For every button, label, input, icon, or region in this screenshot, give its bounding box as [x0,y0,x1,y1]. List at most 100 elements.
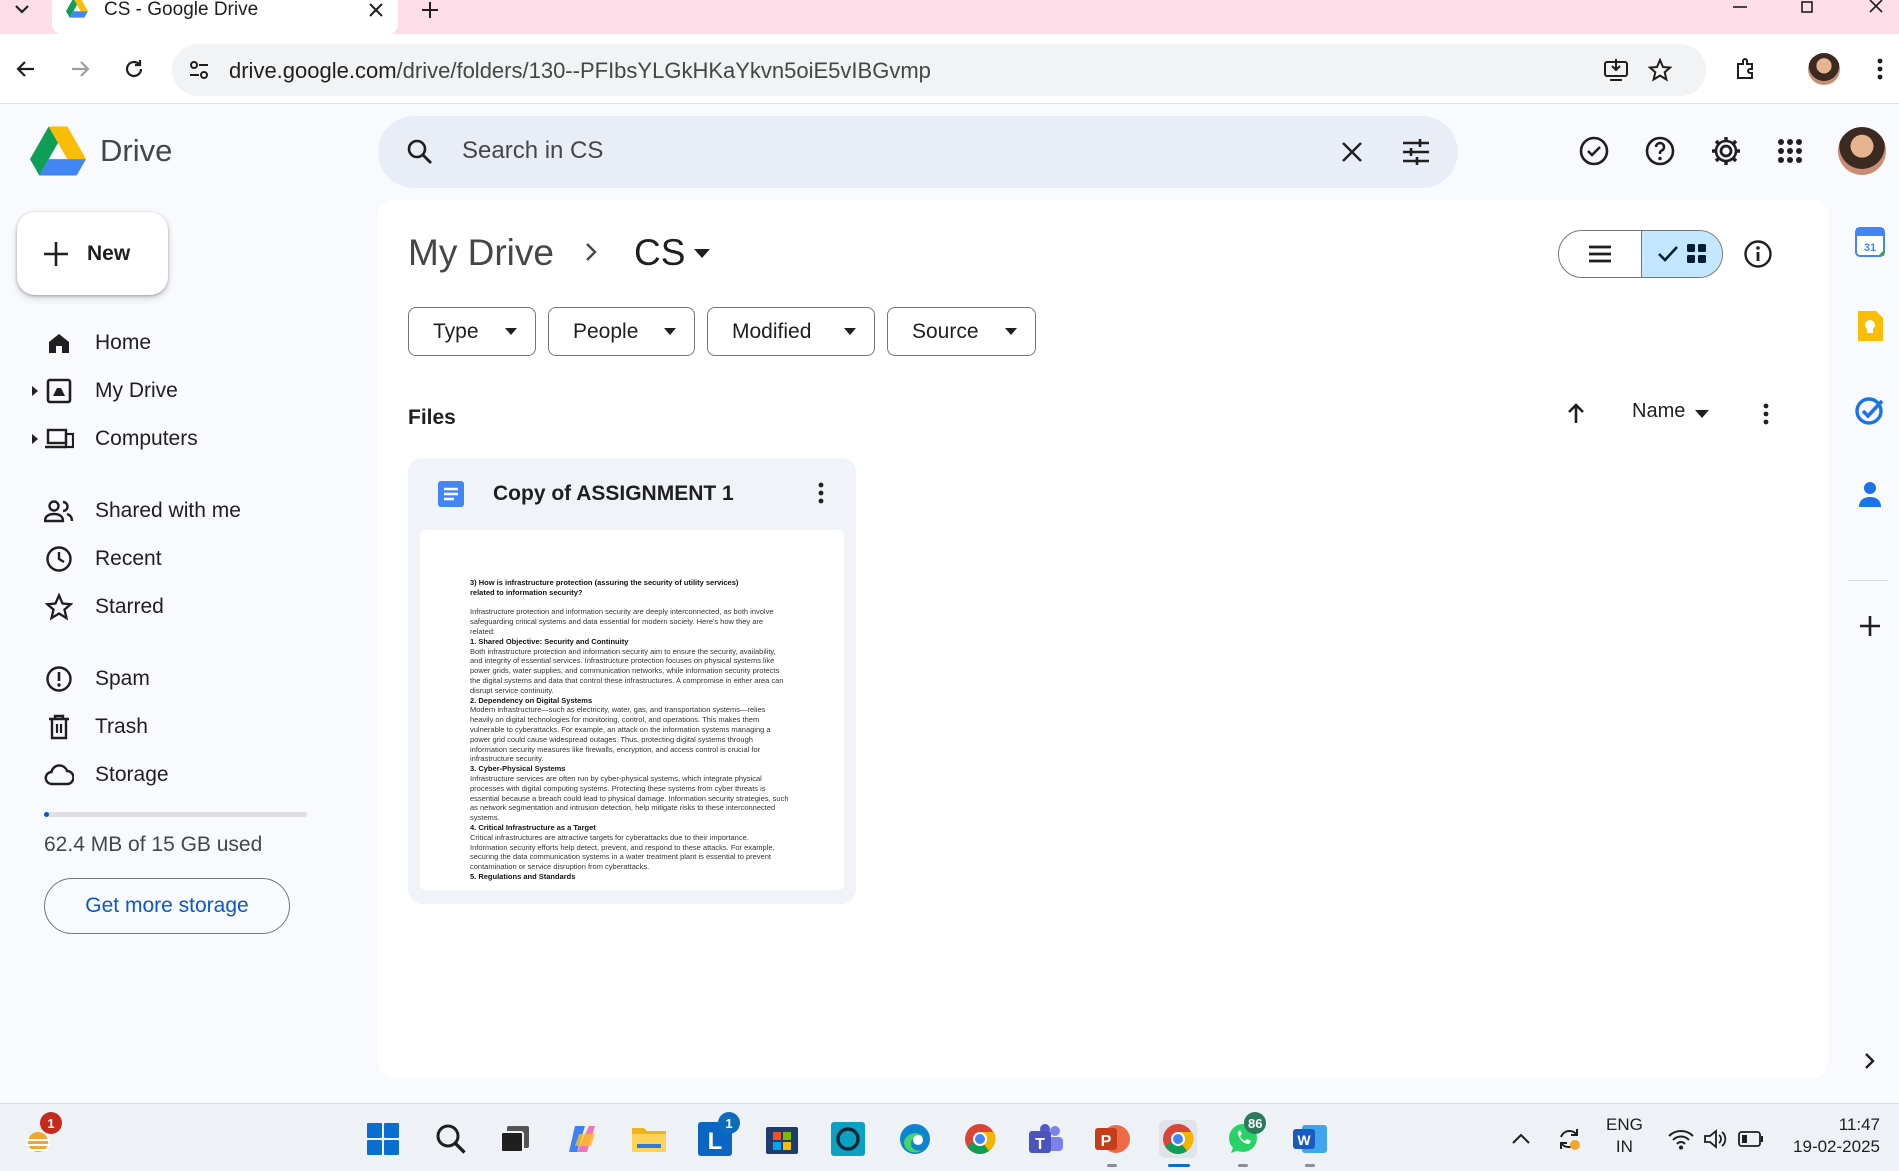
contacts-icon[interactable] [1852,476,1888,512]
search-bar[interactable]: Search in CS [378,116,1458,188]
install-app-icon[interactable] [1602,56,1630,84]
sort-caret-icon[interactable] [1695,409,1709,418]
tasks-icon[interactable] [1852,392,1888,428]
linkedin-icon[interactable]: L 1 [696,1112,740,1158]
more-options-icon[interactable] [1752,400,1780,428]
filter-modified-chip[interactable]: Modified [707,307,875,356]
dropdown-caret-icon [505,328,517,336]
edge-browser-icon[interactable] [896,1120,934,1158]
sidebar-item-storage[interactable]: Storage [32,753,362,797]
active-indicator [1168,1164,1190,1167]
search-options-icon[interactable] [1398,134,1434,170]
preview-line: contamination or service disruption from… [470,862,650,872]
copilot-icon[interactable] [563,1120,601,1158]
breadcrumb-current-folder[interactable]: CS [634,232,685,274]
show-hidden-icons-chevron-icon[interactable] [1502,1120,1540,1158]
sidebar-item-starred[interactable]: Starred [32,585,362,629]
chrome-menu-icon[interactable] [1862,51,1898,87]
taskbar-search-icon[interactable] [432,1120,470,1158]
drive-logo[interactable]: Drive [30,126,172,176]
new-button[interactable]: New [17,212,168,295]
profile-avatar[interactable] [1806,51,1842,87]
grid-view-button[interactable] [1640,231,1722,277]
details-info-icon[interactable] [1740,236,1776,272]
help-icon[interactable] [1642,133,1678,169]
clock[interactable]: 11:47 19-02-2025 [1780,1114,1880,1158]
filter-type-chip[interactable]: Type [408,307,536,356]
chrome-icon-1[interactable] [961,1120,999,1158]
calendar-icon[interactable]: 31 [1852,224,1888,260]
list-view-button[interactable] [1559,231,1641,277]
preview-line: safeguarding critical systems and data e… [470,617,764,627]
weather-widget-icon[interactable]: 1 [20,1112,62,1158]
site-info-icon[interactable] [186,57,212,83]
alexa-icon[interactable] [829,1120,867,1158]
close-tab-icon[interactable] [364,0,388,20]
extensions-icon[interactable] [1728,51,1764,87]
breadcrumb-my-drive[interactable]: My Drive [408,232,554,274]
search-icon[interactable] [402,134,438,170]
sidebar-item-recent[interactable]: Recent [32,537,362,581]
sort-direction-up-icon[interactable] [1561,398,1591,428]
preview-line: 3) How is infrastructure protection (ass… [470,578,739,587]
sidebar-item-spam[interactable]: Spam [32,657,362,701]
wifi-icon[interactable] [1662,1120,1700,1158]
reload-icon[interactable] [116,51,152,87]
forward-icon[interactable] [62,51,98,87]
microsoft-store-icon[interactable] [763,1120,801,1158]
sidebar-item-home[interactable]: Home [32,321,362,365]
chrome-icon-active[interactable] [1159,1120,1197,1158]
volume-icon[interactable] [1696,1120,1734,1158]
sidebar-item-trash[interactable]: Trash [32,705,362,749]
svg-text:31: 31 [1864,242,1876,254]
sync-status-icon[interactable] [1550,1120,1588,1158]
expand-caret-icon[interactable] [32,386,38,396]
new-button-label: New [87,241,131,265]
search-input[interactable]: Search in CS [462,137,603,165]
show-side-panel-chevron-icon[interactable] [1852,1043,1888,1079]
bookmark-star-icon[interactable] [1646,56,1674,84]
restore-icon[interactable] [1790,0,1826,14]
filter-source-chip[interactable]: Source [887,307,1036,356]
file-card[interactable]: Copy of ASSIGNMENT 1 3) How is infrastru… [408,458,856,904]
offline-status-icon[interactable] [1576,133,1612,169]
file-actions-icon[interactable] [808,480,834,506]
account-avatar[interactable] [1838,127,1886,175]
address-bar[interactable]: drive.google.com/drive/folders/130--PFIb… [172,44,1706,96]
task-view-icon[interactable] [496,1120,534,1158]
word-icon[interactable]: W [1291,1120,1329,1158]
keep-icon[interactable] [1852,308,1888,344]
svg-text:W: W [1297,1132,1311,1148]
sidebar-item-computers[interactable]: Computers [32,417,362,461]
sidebar-item-shared-with-me[interactable]: Shared with me [32,489,362,533]
close-window-icon[interactable] [1858,0,1894,14]
powerpoint-icon[interactable]: P [1093,1120,1131,1158]
tab-search-icon[interactable] [10,0,34,20]
whatsapp-icon[interactable]: 86 [1224,1112,1267,1158]
apps-grid-icon[interactable] [1772,133,1808,169]
filter-people-chip[interactable]: People [548,307,695,356]
sidebar-item-label: Spam [95,667,150,690]
get-add-ons-plus-icon[interactable] [1852,608,1888,644]
battery-icon[interactable] [1732,1120,1770,1158]
preview-line: heavily on digital technologies for moni… [470,715,760,725]
file-explorer-icon[interactable] [630,1120,668,1158]
app-name: Drive [100,133,173,168]
minimize-icon[interactable] [1722,0,1758,14]
sidebar-item-my-drive[interactable]: My Drive [32,369,362,413]
expand-caret-icon[interactable] [32,434,38,444]
settings-gear-icon[interactable] [1708,133,1744,169]
sort-by-name-button[interactable]: Name [1632,400,1685,423]
preview-line: infrastructure security. [470,754,544,764]
input-language-indicator[interactable]: ENG IN [1606,1114,1643,1158]
browser-tab[interactable]: CS - Google Drive [52,0,398,34]
new-tab-icon[interactable] [418,0,442,20]
clear-search-icon[interactable] [1334,134,1370,170]
folder-menu-caret-icon[interactable] [690,245,714,261]
get-more-storage-button[interactable]: Get more storage [44,878,290,934]
back-icon[interactable] [8,51,44,87]
teams-icon[interactable]: T [1027,1120,1065,1158]
preview-line: Both infrastructure protection and infor… [470,646,776,656]
start-button-icon[interactable] [364,1120,402,1158]
chevron-right-icon [579,240,603,264]
